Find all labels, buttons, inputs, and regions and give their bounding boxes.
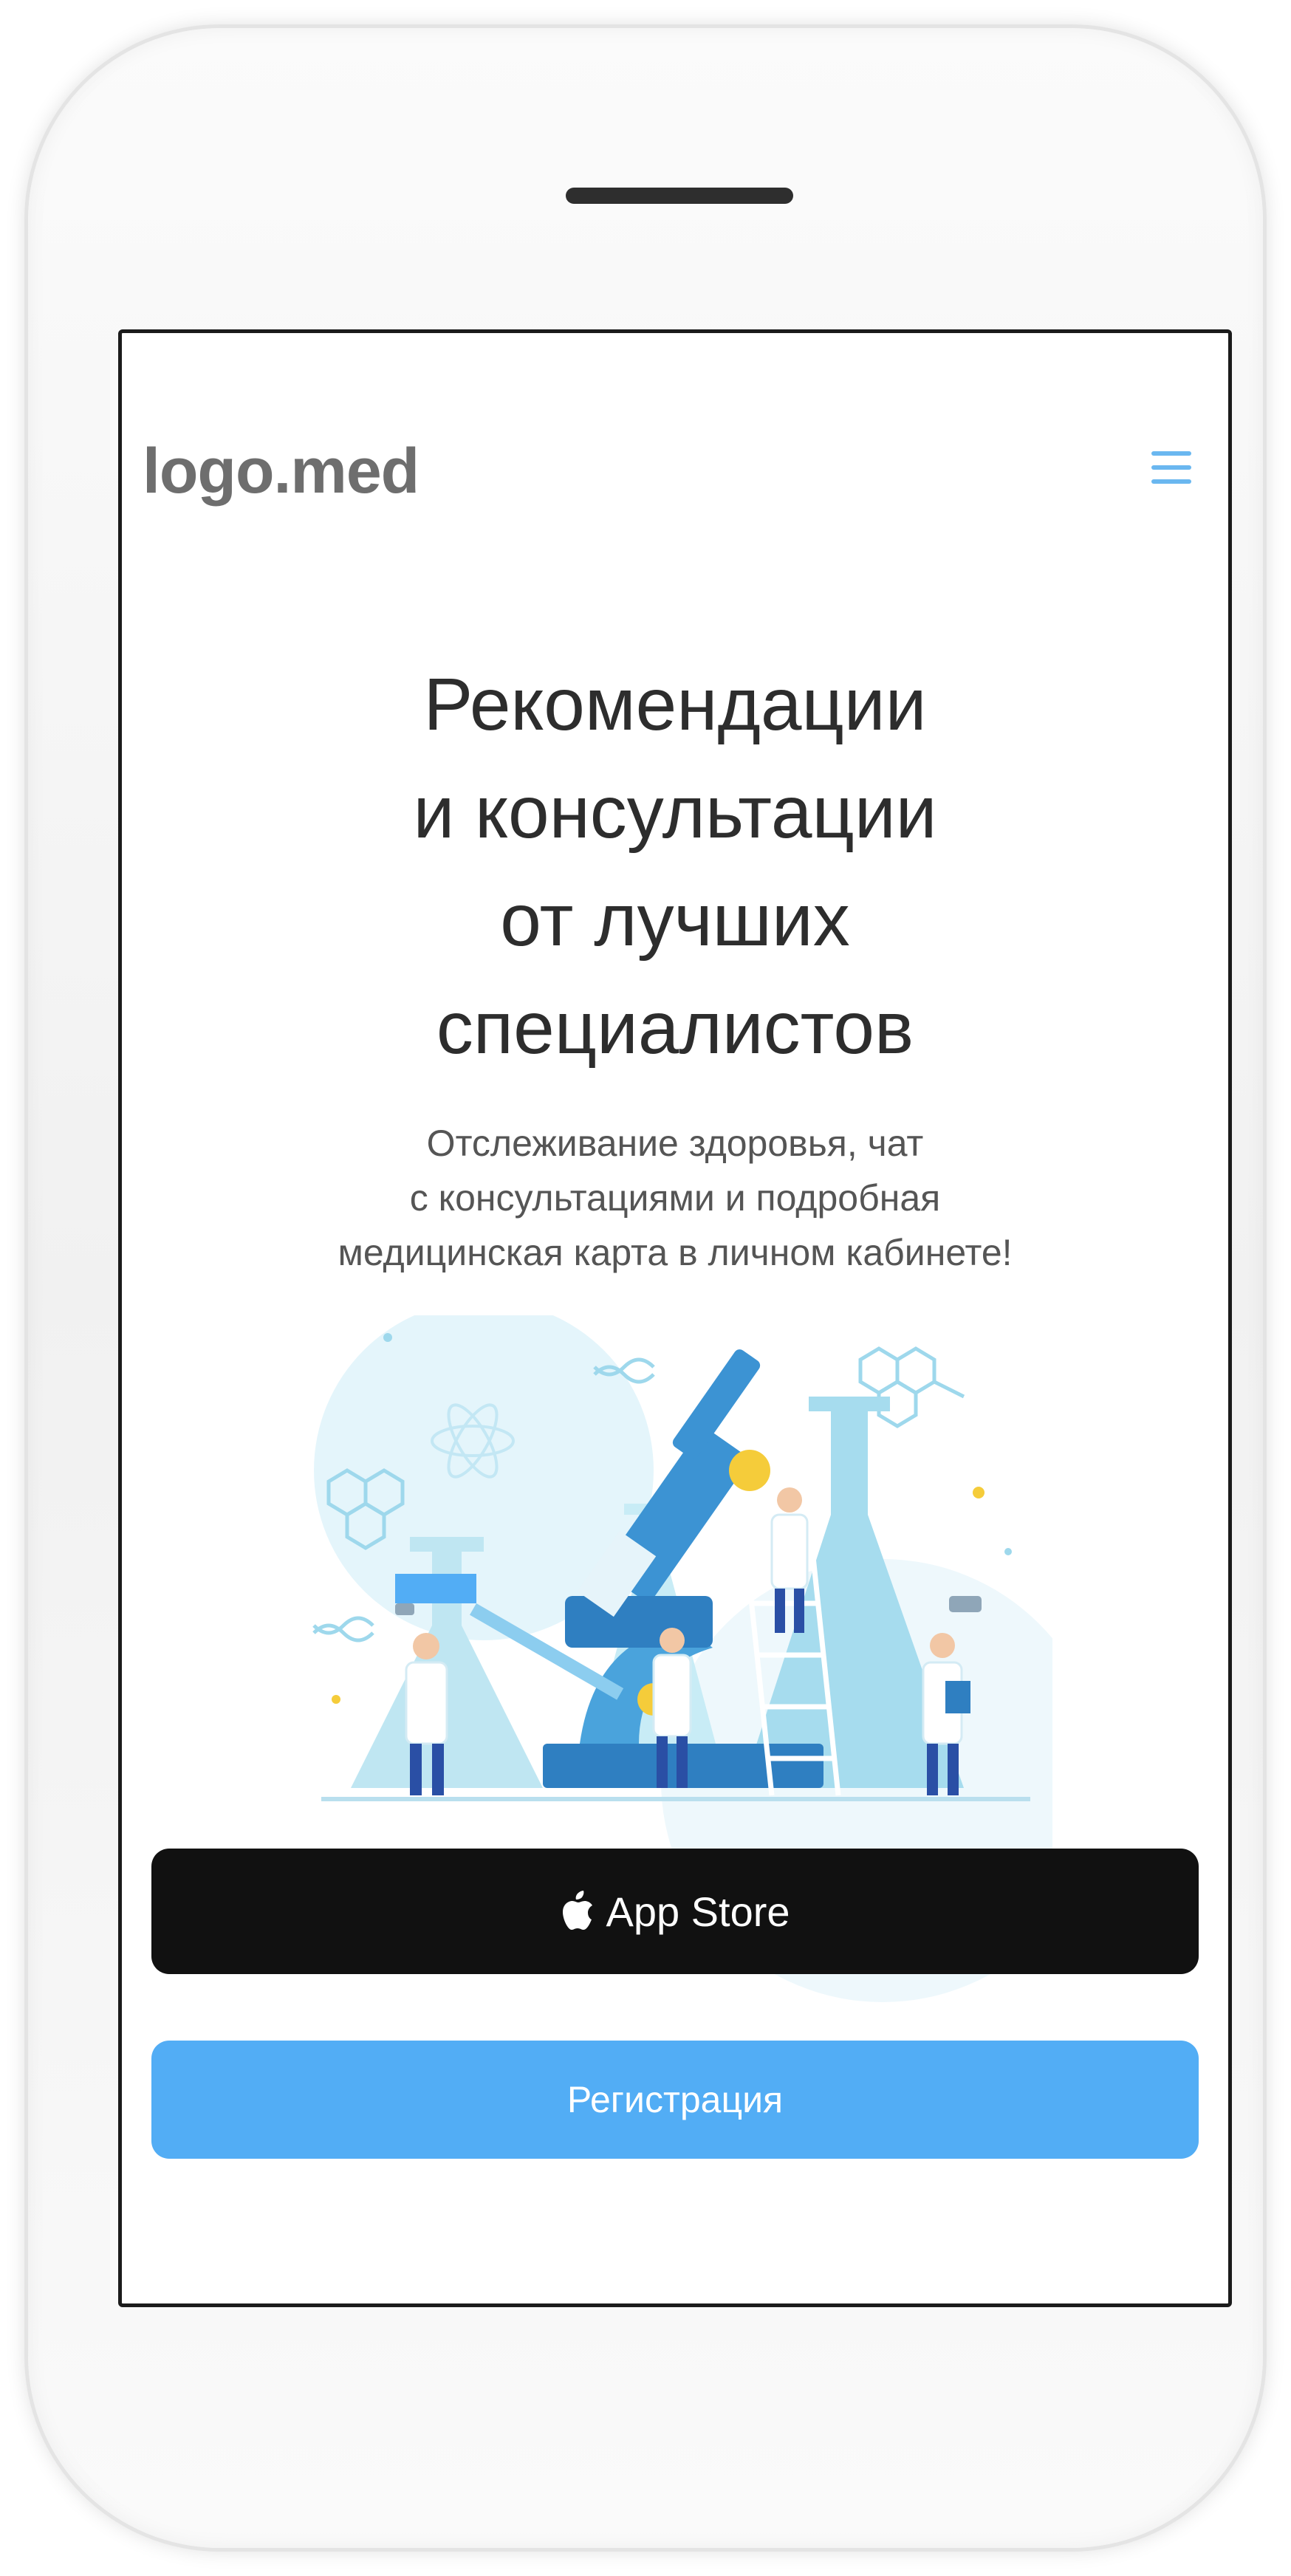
app-store-label: App Store: [606, 1888, 790, 1935]
hero-title-line: от лучших: [500, 879, 850, 962]
apple-logo-icon: [563, 1891, 593, 1930]
logo[interactable]: logo.med: [143, 435, 420, 508]
register-label: Регистрация: [566, 2079, 784, 2120]
phone-speaker: [566, 188, 793, 204]
hero-subtitle-line: с консультациями и подробная: [409, 1177, 941, 1219]
app-store-button[interactable]: App Store: [151, 1849, 1199, 1974]
hero-subtitle-line: медицинская карта в личном кабинете!: [338, 1232, 1013, 1273]
hero-title-line: и консультации: [413, 771, 937, 854]
app-screen: logo.med Рекомендации и консультации от …: [118, 329, 1232, 2307]
hero-subtitle-line: Отслеживание здоровья, чат: [426, 1123, 924, 1164]
phone-frame: logo.med Рекомендации и консультации от …: [28, 28, 1263, 2548]
register-button[interactable]: Регистрация: [151, 2041, 1199, 2159]
hero-title-line: специалистов: [436, 987, 914, 1069]
hero-title-line: Рекомендации: [423, 663, 927, 746]
hamburger-menu-icon[interactable]: [1146, 444, 1200, 491]
hero-subtitle: Отслеживание здоровья, чат с консультаци…: [122, 1116, 1228, 1280]
hero-title: Рекомендации и консультации от лучших сп…: [122, 651, 1228, 1082]
